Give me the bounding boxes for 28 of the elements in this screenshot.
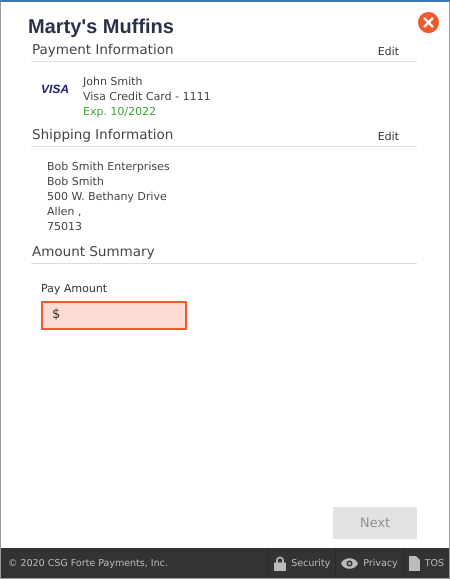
eye-icon [341, 558, 358, 568]
footer-link[interactable]: Security [268, 548, 336, 578]
copyright-text: © 2020 CSG Forte Payments, Inc. [8, 558, 168, 568]
pay-amount-field[interactable]: $ [41, 301, 187, 330]
card-detail: Visa Credit Card - 1111 [83, 89, 211, 104]
footer-link-label: Privacy [363, 558, 398, 568]
footer-link-label: TOS [424, 558, 444, 568]
footer-link-label: Security [291, 558, 330, 568]
footer-link[interactable]: Privacy [335, 548, 403, 578]
address-line: 500 W. Bethany Drive [47, 189, 168, 204]
section-heading: Shipping Information [32, 127, 174, 143]
merchant-title: Marty's Muffins [28, 16, 174, 39]
address-line: Bob Smith [47, 174, 105, 189]
card-brand-logo: VISA [41, 82, 70, 96]
address-line: Bob Smith Enterprises [47, 159, 171, 174]
document-icon [408, 556, 420, 570]
edit-link[interactable]: Edit [378, 130, 399, 143]
footer-link[interactable]: TOS [402, 548, 449, 578]
close-icon[interactable] [418, 12, 439, 33]
card-detail: John Smith [83, 74, 144, 89]
field-label: Pay Amount [41, 282, 108, 295]
edit-link[interactable]: Edit [378, 45, 399, 58]
section-heading: Payment Information [32, 42, 174, 58]
address-line: 75013 [47, 219, 83, 234]
lock-icon [274, 556, 286, 570]
section-heading: Amount Summary [32, 244, 155, 260]
address-line: Allen , [47, 204, 82, 219]
card-detail: Exp. 10/2022 [83, 104, 158, 119]
